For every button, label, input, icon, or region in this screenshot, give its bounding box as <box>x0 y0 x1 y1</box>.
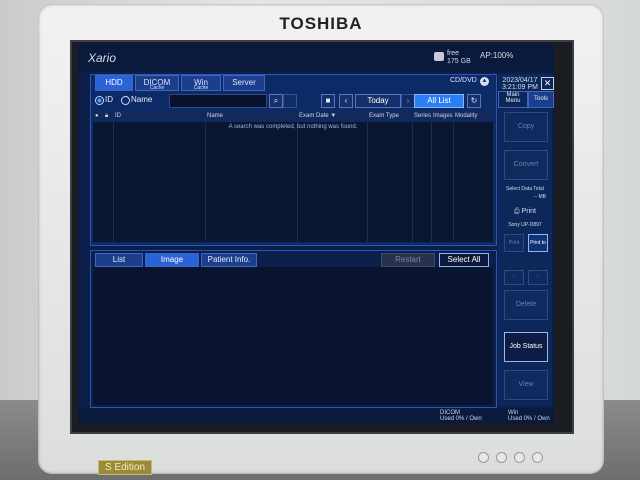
ultrasound-screen: Xario free 175 GB AP:100% HDD DICOM Cach… <box>78 44 554 424</box>
tab-tools[interactable]: Tools <box>528 91 554 108</box>
data-total-value: -- MB <box>533 194 546 200</box>
monitor-button[interactable] <box>514 452 525 463</box>
next-arrow-button[interactable]: › <box>528 270 548 285</box>
tab-patient-info[interactable]: Patient Info. <box>201 253 257 267</box>
tab-sublabel: Cache <box>149 85 165 91</box>
column-modality[interactable]: Modality <box>455 111 477 121</box>
prev-arrow-button[interactable]: ‹ <box>504 270 524 285</box>
tab-main-menu[interactable]: Main Menu <box>498 91 528 108</box>
time-text: 3:21:09 PM <box>502 84 538 91</box>
print-heading: ⎙ Print <box>498 208 552 216</box>
select-data-total-label: Select Data Total <box>506 186 544 192</box>
free-value: 175 GB <box>447 58 471 65</box>
print-to-button[interactable]: Print to <box>528 234 548 252</box>
job-status-button[interactable]: Job Status <box>504 332 548 362</box>
name-radio-label: Name <box>131 95 153 104</box>
delete-button[interactable]: Delete <box>504 290 548 320</box>
refresh-icon[interactable]: ↻ <box>467 94 481 108</box>
tab-hdd[interactable]: HDD <box>95 75 133 91</box>
tab-sublabel: Cache <box>193 85 209 91</box>
tab-server[interactable]: Server <box>223 75 265 91</box>
convert-button[interactable]: Convert <box>504 150 548 180</box>
printer-icon: ⎙ <box>514 208 522 215</box>
date-time: 2023/04/17 3:21:09 PM <box>498 77 542 91</box>
image-panel: List Image Patient Info. Restart Select … <box>90 250 497 408</box>
column-divider <box>205 122 206 242</box>
edition-badge: S Edition <box>98 460 153 475</box>
tab-image[interactable]: Image <box>145 253 199 267</box>
view-button[interactable]: View <box>504 370 548 400</box>
free-label: free <box>447 50 460 57</box>
side-menu: 2023/04/17 3:21:09 PM ✕ Main Menu Tools … <box>498 74 554 406</box>
column-divider <box>412 122 413 242</box>
win-status-value: Used 0% / Own <box>508 416 550 422</box>
win-cache-status: Win Used 0% / Own <box>508 410 550 422</box>
image-thumbnail-area[interactable] <box>93 267 493 405</box>
lock-column-icon: 🔒︎ <box>105 113 109 119</box>
status-bar: DICOM Used 0% / Own Win Used 0% / Own <box>78 408 554 424</box>
brand-logo: TOSHIBA <box>279 14 363 33</box>
select-all-button[interactable]: Select All <box>439 253 489 267</box>
today-button[interactable]: Today <box>355 94 401 108</box>
column-divider <box>431 122 432 242</box>
tab-label: Server <box>232 78 256 87</box>
study-list[interactable]: A search was completed, but nothing was … <box>93 122 493 242</box>
clear-search-icon[interactable] <box>283 94 297 108</box>
tab-win[interactable]: Win Cache <box>181 75 221 91</box>
top-bar: Xario free 175 GB AP:100% <box>78 44 554 72</box>
monitor-button[interactable] <box>478 452 489 463</box>
ap-status: AP:100% <box>480 51 514 60</box>
column-id[interactable]: ID <box>115 111 121 121</box>
column-divider <box>367 122 368 242</box>
tab-list[interactable]: List <box>95 253 143 267</box>
prev-date-button[interactable]: ‹ <box>339 94 353 108</box>
list-view-icon[interactable]: ■ <box>321 94 335 108</box>
study-list-panel: HDD DICOM Cache Win Cache Server CD/DVD … <box>90 74 497 246</box>
name-radio[interactable] <box>121 96 130 105</box>
printer-name: Sony UP-D897 <box>508 222 542 228</box>
monitor-button[interactable] <box>496 452 507 463</box>
dicom-cache-status: DICOM Used 0% / Own <box>440 410 482 422</box>
free-space: free 175 GB <box>447 50 471 66</box>
column-series[interactable]: Series <box>414 111 431 121</box>
print-button[interactable]: Print <box>504 234 524 252</box>
next-date-button[interactable]: › <box>401 94 415 108</box>
id-radio[interactable] <box>95 96 104 105</box>
search-result-message: A search was completed, but nothing was … <box>228 124 358 130</box>
column-divider <box>297 122 298 242</box>
column-images[interactable]: Images <box>433 111 453 121</box>
id-radio-label: ID <box>105 95 113 104</box>
study-list-header: ● 🔒︎ ID Name Exam Date ▼ Exam Type Serie… <box>93 111 493 121</box>
eject-icon[interactable]: ▲ <box>480 77 489 86</box>
column-exam-type[interactable]: Exam Type <box>369 111 399 121</box>
search-input[interactable] <box>169 94 267 108</box>
date-text: 2023/04/17 <box>502 77 538 84</box>
column-exam-date[interactable]: Exam Date ▼ <box>299 111 336 121</box>
search-icon[interactable]: ⌕ <box>269 94 283 108</box>
close-icon[interactable]: ✕ <box>541 77 554 90</box>
tab-dicom[interactable]: DICOM Cache <box>135 75 179 91</box>
search-row: ID Name ⌕ ■ ‹ Today › All List ↻ <box>93 93 493 109</box>
tab-label: HDD <box>105 78 123 87</box>
status-column-icon: ● <box>95 113 99 119</box>
copy-button[interactable]: Copy <box>504 112 548 142</box>
print-heading-text: Print <box>521 208 536 215</box>
column-divider <box>453 122 454 242</box>
disk-icon <box>434 52 444 61</box>
restart-button[interactable]: Restart <box>381 253 435 267</box>
column-divider <box>113 122 114 242</box>
cd-dvd-label: CD/DVD <box>450 77 477 84</box>
column-name[interactable]: Name <box>207 111 223 121</box>
monitor-button[interactable] <box>532 452 543 463</box>
dicom-status-value: Used 0% / Own <box>440 416 482 422</box>
app-name: Xario <box>88 51 117 65</box>
all-list-button[interactable]: All List <box>414 94 464 108</box>
